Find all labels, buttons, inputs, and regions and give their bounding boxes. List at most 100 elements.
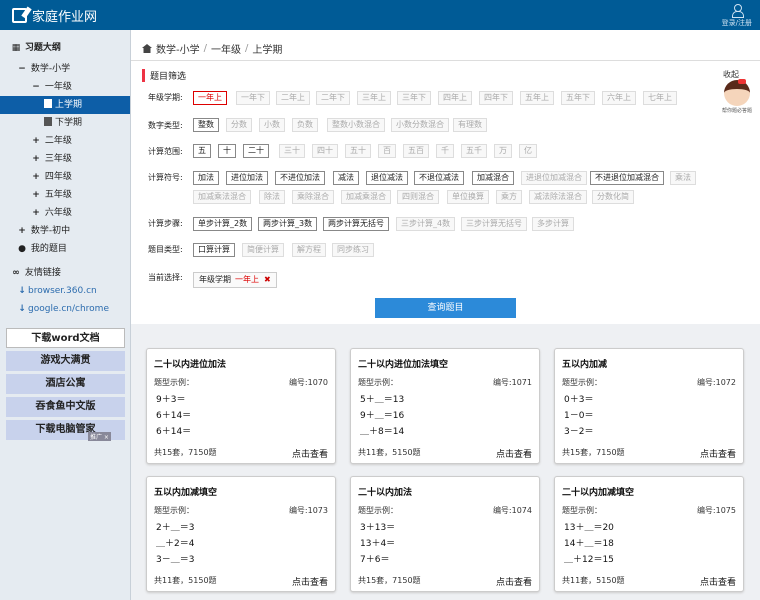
card-view-link[interactable]: 点击查看 (292, 447, 328, 460)
grade-option[interactable]: 四年下 (479, 91, 513, 105)
qtype-option[interactable]: 解方程 (292, 243, 326, 257)
tree-node-middle-math[interactable]: + 数学-初中 (0, 222, 130, 240)
operator-option[interactable]: 分数化简 (592, 190, 634, 204)
ad-tag[interactable]: 推广 × (88, 432, 111, 441)
tree-node-grade5[interactable]: + 五年级 (0, 186, 130, 204)
site-logo[interactable]: 家庭作业网 (12, 6, 97, 25)
operator-option[interactable]: 四则混合 (397, 190, 439, 204)
tree-node-grade4[interactable]: + 四年级 (0, 168, 130, 186)
grade-option[interactable]: 三年下 (397, 91, 431, 105)
question-card[interactable]: 二十以内进位加法填空 题型示例： 编号:1071 5＋＿＝13 9＋＿＝16 ＿… (350, 348, 540, 464)
operator-option[interactable]: 乘方 (496, 190, 522, 204)
breadcrumb-root[interactable]: 数学-小学 (156, 41, 200, 56)
remove-icon[interactable]: ✖ (264, 275, 271, 284)
qtype-option[interactable]: 口算计算 (193, 243, 235, 257)
card-view-link[interactable]: 点击查看 (292, 575, 328, 588)
range-option[interactable]: 万 (494, 144, 512, 158)
operator-option[interactable]: 加法 (193, 171, 219, 185)
step-option[interactable]: 三步计算_4数 (396, 217, 456, 231)
tree-node-primary-math[interactable]: − 数学-小学 (0, 60, 130, 78)
range-option[interactable]: 二十 (243, 144, 269, 158)
numtype-option[interactable]: 整数 (193, 118, 219, 132)
breadcrumb-grade[interactable]: 一年级 (211, 41, 241, 56)
ad-button-fish[interactable]: 吞食鱼中文版 (6, 397, 125, 417)
range-option[interactable]: 四十 (312, 144, 338, 158)
step-option[interactable]: 三步计算无括号 (461, 217, 527, 231)
range-option[interactable]: 五百 (403, 144, 429, 158)
range-option[interactable]: 三十 (279, 144, 305, 158)
operator-option[interactable]: 加减混合 (472, 171, 514, 185)
range-option[interactable]: 千 (436, 144, 454, 158)
grade-option[interactable]: 四年上 (438, 91, 472, 105)
query-button[interactable]: 查询题目 (375, 298, 516, 318)
operator-option[interactable]: 减法 (333, 171, 359, 185)
step-option[interactable]: 多步计算 (532, 217, 574, 231)
card-id: 编号:1071 (492, 378, 532, 387)
grade-option[interactable]: 一年上 (193, 91, 227, 105)
operator-option[interactable]: 进位加法 (226, 171, 268, 185)
operator-option[interactable]: 加减乘混合 (341, 190, 391, 204)
grade-option[interactable]: 五年上 (520, 91, 554, 105)
operator-option[interactable]: 乘法 (670, 171, 696, 185)
operator-option[interactable]: 除法 (259, 190, 285, 204)
login-button[interactable]: 登录/注册 (722, 4, 752, 28)
range-option[interactable]: 五十 (345, 144, 371, 158)
operator-option[interactable]: 进退位加减混合 (521, 171, 587, 185)
card-view-link[interactable]: 点击查看 (700, 447, 736, 460)
grade-option[interactable]: 七年上 (643, 91, 677, 105)
ad-button-games[interactable]: 游戏大满贯 (6, 351, 125, 371)
question-card[interactable]: 五以内加减填空 题型示例： 编号:1073 2＋＿＝3 ＿＋2＝4 3－＿＝3 … (146, 476, 336, 592)
grade-option[interactable]: 二年上 (276, 91, 310, 105)
tree-node-grade1[interactable]: − 一年级 (0, 78, 130, 96)
operator-option[interactable]: 不退位减法 (414, 171, 464, 185)
card-view-link[interactable]: 点击查看 (496, 447, 532, 460)
home-icon[interactable] (142, 44, 152, 53)
numtype-option[interactable]: 整数小数混合 (327, 118, 385, 132)
grade-option[interactable]: 三年上 (357, 91, 391, 105)
tree-node-my-questions[interactable]: ● 我的题目 (0, 240, 130, 258)
numtype-option[interactable]: 小数 (259, 118, 285, 132)
ad-button-word[interactable]: 下载word文档 (6, 328, 125, 348)
operator-option[interactable]: 加减乘法混合 (193, 190, 251, 204)
tree-node-term-up[interactable]: 上学期 (0, 96, 130, 114)
operator-option[interactable]: 乘除混合 (292, 190, 334, 204)
step-option[interactable]: 两步计算_3数 (258, 217, 318, 231)
qtype-option[interactable]: 简便计算 (242, 243, 284, 257)
range-option[interactable]: 亿 (519, 144, 537, 158)
operator-option[interactable]: 退位减法 (366, 171, 408, 185)
operator-option[interactable]: 不进退位加减混合 (590, 171, 664, 185)
tree-node-term-down[interactable]: 下学期 (0, 114, 130, 132)
ad-button-hotel[interactable]: 酒店公寓 (6, 374, 125, 394)
tree-node-grade2[interactable]: + 二年级 (0, 132, 130, 150)
tree-node-grade6[interactable]: + 六年级 (0, 204, 130, 222)
question-card[interactable]: 二十以内进位加法 题型示例： 编号:1070 9＋3＝ 6＋14＝ 6＋14＝ … (146, 348, 336, 464)
numtype-option[interactable]: 分数 (226, 118, 252, 132)
question-card[interactable]: 二十以内加法 题型示例： 编号:1074 3＋13＝ 13＋4＝ 7＋6＝ 共1… (350, 476, 540, 592)
range-option[interactable]: 五千 (461, 144, 487, 158)
operator-option[interactable]: 单位换算 (447, 190, 489, 204)
friend-link-chrome[interactable]: ↓ google.cn/chrome (0, 300, 130, 318)
grade-option[interactable]: 二年下 (316, 91, 350, 105)
range-option[interactable]: 十 (218, 144, 236, 158)
card-view-link[interactable]: 点击查看 (496, 575, 532, 588)
range-option[interactable]: 百 (378, 144, 396, 158)
plus-icon: + (32, 154, 40, 164)
grade-option[interactable]: 一年下 (236, 91, 270, 105)
numtype-option[interactable]: 小数分数混合 (391, 118, 449, 132)
question-card[interactable]: 二十以内加减填空 题型示例： 编号:1075 13＋＿＝20 14＋＿＝18 ＿… (554, 476, 744, 592)
numtype-option[interactable]: 有理数 (453, 118, 487, 132)
numtype-option[interactable]: 负数 (292, 118, 318, 132)
range-option[interactable]: 五 (193, 144, 211, 158)
operator-option[interactable]: 减法除法混合 (529, 190, 587, 204)
step-option[interactable]: 两步计算无括号 (323, 217, 389, 231)
question-card[interactable]: 五以内加减 题型示例： 编号:1072 0＋3＝ 1－0＝ 3－2＝ 共15套，… (554, 348, 744, 464)
card-view-link[interactable]: 点击查看 (700, 575, 736, 588)
grade-option[interactable]: 六年上 (602, 91, 636, 105)
qtype-option[interactable]: 同步练习 (332, 243, 374, 257)
tree-node-grade3[interactable]: + 三年级 (0, 150, 130, 168)
operator-option[interactable]: 不进位加法 (275, 171, 325, 185)
mascot-badge[interactable]: 帮你题必答题 (721, 78, 753, 118)
friend-link-360[interactable]: ↓ browser.360.cn (0, 282, 130, 300)
grade-option[interactable]: 五年下 (561, 91, 595, 105)
step-option[interactable]: 单步计算_2数 (193, 217, 253, 231)
